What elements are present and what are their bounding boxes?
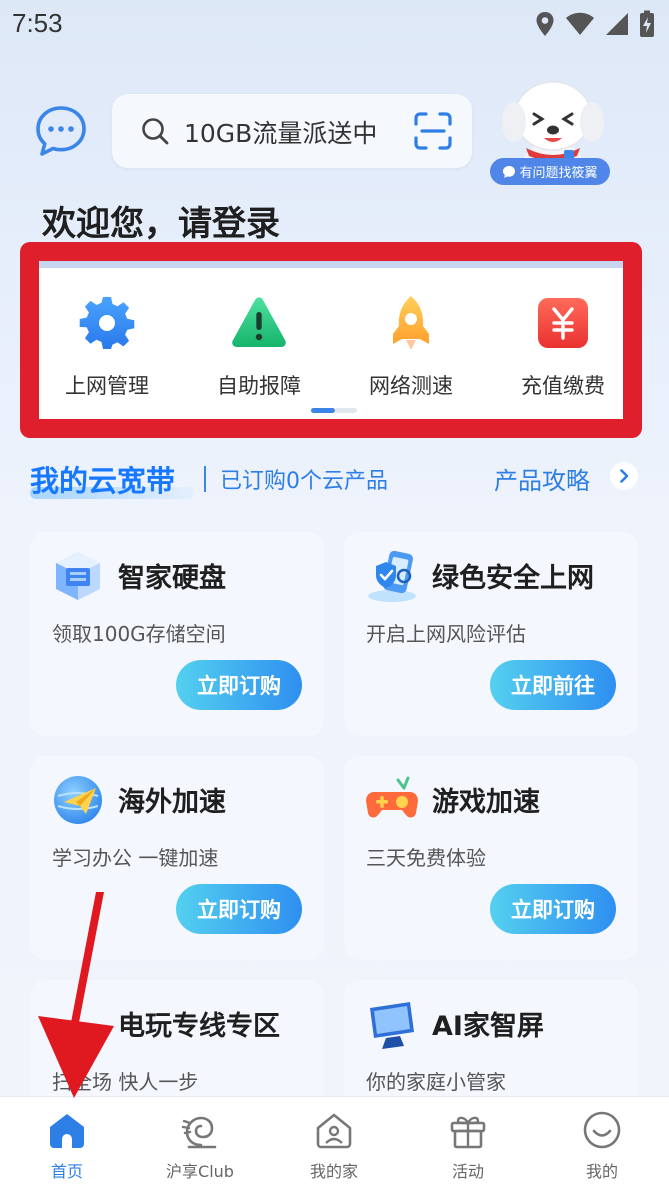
house-icon	[316, 1113, 352, 1149]
bottom-tab-bar: 首页 沪享Club 我的家 活动 我的	[0, 1096, 669, 1190]
product-guide-link[interactable]: 产品攻略	[494, 461, 590, 496]
tab-label: 我的	[585, 1162, 618, 1181]
chat-mini-icon	[503, 165, 516, 178]
subscribe-button[interactable]: 立即订购	[490, 884, 616, 934]
subscribe-button[interactable]: 立即订购	[176, 660, 302, 710]
location-icon	[536, 12, 554, 36]
club-icon	[181, 1116, 217, 1149]
signal-icon	[606, 13, 628, 35]
search-placeholder: 10GB流量派送中	[184, 119, 378, 148]
status-icons	[535, 10, 655, 38]
card-title: 游戏加速	[432, 787, 540, 818]
scan-icon[interactable]	[414, 112, 452, 150]
card-description: 开启上网风险评估	[366, 622, 526, 646]
section-subtitle: 已订购0个云产品	[220, 469, 388, 494]
chevron-right-icon[interactable]	[610, 462, 638, 490]
shield-phone-icon	[368, 550, 416, 602]
gamepad-icon	[366, 776, 418, 818]
welcome-login-text[interactable]: 欢迎您，请登录	[42, 196, 280, 245]
tab-home[interactable]: 首页	[0, 1109, 134, 1182]
tab-label: 首页	[50, 1162, 83, 1181]
product-card-game-acceleration[interactable]: 游戏加速 三天免费体验 立即订购	[344, 756, 638, 960]
status-bar: 7:53	[0, 0, 669, 46]
card-title: 智家硬盘	[118, 563, 226, 594]
assistant-badge[interactable]: 有问题找筱翼	[490, 158, 610, 185]
card-description: 三天免费体验	[366, 846, 486, 870]
hard-disk-icon	[56, 552, 100, 600]
go-now-button[interactable]: 立即前往	[490, 660, 616, 710]
product-card-green-safe-internet[interactable]: 绿色安全上网 开启上网风险评估 立即前往	[344, 532, 638, 736]
tab-club[interactable]: 沪享Club	[133, 1109, 267, 1182]
tab-mine[interactable]: 我的	[535, 1109, 669, 1182]
smile-icon	[583, 1111, 621, 1149]
message-button[interactable]	[34, 104, 88, 158]
card-description: 你的家庭小管家	[366, 1070, 506, 1094]
battery-charging-icon	[640, 10, 654, 37]
subscribe-button[interactable]: 立即订购	[176, 884, 302, 934]
smart-screen-icon	[370, 1002, 414, 1049]
card-title: AI家智屏	[432, 1011, 544, 1042]
home-icon	[50, 1114, 84, 1148]
product-card-ai-smart-screen[interactable]: AI家智屏 你的家庭小管家	[344, 980, 638, 1110]
wifi-icon	[566, 12, 594, 35]
tab-activity[interactable]: 活动	[401, 1109, 535, 1182]
tab-label: 沪享Club	[166, 1162, 234, 1181]
highlight-annotation-box	[20, 242, 642, 438]
card-title: 电玩专线专区	[118, 1011, 280, 1042]
chat-bubble-icon	[36, 106, 86, 156]
gift-icon	[450, 1116, 486, 1149]
card-description: 扫全场 快人一步	[52, 1070, 199, 1094]
status-time: 7:53	[12, 8, 63, 38]
search-bar[interactable]: 10GB流量派送中	[112, 94, 472, 168]
product-card-smart-disk[interactable]: 智家硬盘 领取100G存储空间 立即订购	[30, 532, 324, 736]
tab-label: 活动	[451, 1162, 484, 1181]
card-title: 海外加速	[118, 787, 226, 818]
tab-label: 我的家	[309, 1162, 358, 1181]
search-icon	[142, 118, 169, 145]
game-line-icon	[76, 1026, 104, 1052]
card-description: 领取100G存储空间	[52, 622, 226, 646]
card-description: 学习办公 一键加速	[52, 846, 219, 870]
globe-plane-icon	[54, 776, 102, 824]
section-title: 我的云宽带	[30, 464, 176, 498]
card-title: 绿色安全上网	[432, 563, 594, 594]
tab-my-home[interactable]: 我的家	[267, 1109, 401, 1182]
assistant-badge-text: 有问题找筱翼	[519, 166, 598, 181]
product-card-gaming-line[interactable]: 电玩专线专区 扫全场 快人一步	[30, 980, 324, 1110]
section-divider	[204, 466, 206, 492]
product-card-overseas-acceleration[interactable]: 海外加速 学习办公 一键加速 立即订购	[30, 756, 324, 960]
